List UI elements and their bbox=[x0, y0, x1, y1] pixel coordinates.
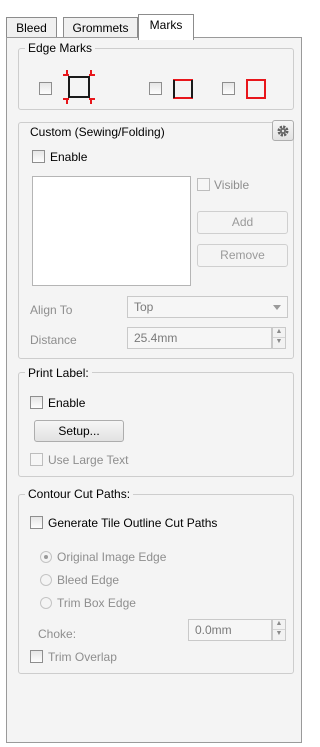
custom-title: Custom (Sewing/Folding) bbox=[27, 125, 168, 139]
bleed-edge-label: Bleed Edge bbox=[57, 573, 120, 587]
distance-label: Distance bbox=[30, 333, 77, 347]
custom-settings-button[interactable] bbox=[272, 120, 294, 141]
contour-title: Contour Cut Paths: bbox=[25, 487, 134, 501]
bleed-edge-radio[interactable] bbox=[40, 574, 52, 586]
visible-checkbox[interactable] bbox=[197, 178, 210, 191]
align-to-label: Align To bbox=[30, 303, 73, 317]
choke-field[interactable]: 0.0mm bbox=[188, 619, 272, 641]
large-text-label: Use Large Text bbox=[48, 453, 129, 467]
mixed-edge-marks-icon bbox=[173, 79, 193, 99]
trim-box-edge-radio[interactable] bbox=[40, 597, 52, 609]
tab-marks[interactable]: Marks bbox=[138, 14, 194, 40]
visible-label: Visible bbox=[214, 178, 250, 192]
setup-button[interactable]: Setup... bbox=[34, 420, 124, 442]
tab-grommets[interactable]: Grommets bbox=[63, 17, 138, 38]
spinner-up-icon[interactable]: ▲ bbox=[273, 620, 285, 630]
spinner-down-icon[interactable]: ▼ bbox=[273, 338, 285, 348]
edge-marks-title: Edge Marks bbox=[25, 41, 96, 55]
crop-corner-marks-icon bbox=[63, 70, 95, 104]
edge-mark-checkbox-2[interactable] bbox=[149, 82, 162, 95]
original-image-edge-label: Original Image Edge bbox=[57, 550, 167, 564]
distance-field[interactable]: 25.4mm bbox=[127, 327, 272, 349]
custom-enable-checkbox[interactable] bbox=[32, 150, 45, 163]
edge-mark-checkbox-1[interactable] bbox=[39, 82, 52, 95]
trim-overlap-checkbox[interactable] bbox=[30, 650, 43, 663]
remove-button[interactable]: Remove bbox=[197, 244, 288, 267]
custom-enable-label: Enable bbox=[50, 150, 88, 164]
print-label-enable-label: Enable bbox=[48, 396, 86, 410]
trim-box-edge-label: Trim Box Edge bbox=[57, 596, 136, 610]
chevron-down-icon bbox=[273, 305, 281, 310]
red-edge-marks-icon bbox=[246, 79, 266, 99]
tab-bleed[interactable]: Bleed bbox=[6, 17, 57, 38]
large-text-checkbox[interactable] bbox=[30, 453, 43, 466]
trim-overlap-label: Trim Overlap bbox=[48, 650, 117, 664]
print-label-enable-checkbox[interactable] bbox=[30, 396, 43, 409]
edge-mark-checkbox-3[interactable] bbox=[222, 82, 235, 95]
gear-icon bbox=[277, 125, 289, 137]
distance-spinner[interactable]: ▲ ▼ bbox=[272, 327, 286, 349]
print-label-title: Print Label: bbox=[25, 366, 92, 380]
spinner-down-icon[interactable]: ▼ bbox=[273, 630, 285, 640]
original-image-edge-radio[interactable] bbox=[40, 551, 52, 563]
custom-marks-list[interactable] bbox=[32, 176, 191, 286]
align-to-value: Top bbox=[134, 300, 154, 314]
generate-cut-paths-label: Generate Tile Outline Cut Paths bbox=[48, 516, 218, 530]
add-button[interactable]: Add bbox=[197, 211, 288, 234]
generate-cut-paths-checkbox[interactable] bbox=[30, 516, 43, 529]
choke-spinner[interactable]: ▲ ▼ bbox=[272, 619, 286, 641]
spinner-up-icon[interactable]: ▲ bbox=[273, 328, 285, 338]
align-to-select[interactable]: Top bbox=[127, 296, 288, 318]
choke-label: Choke: bbox=[38, 627, 77, 641]
